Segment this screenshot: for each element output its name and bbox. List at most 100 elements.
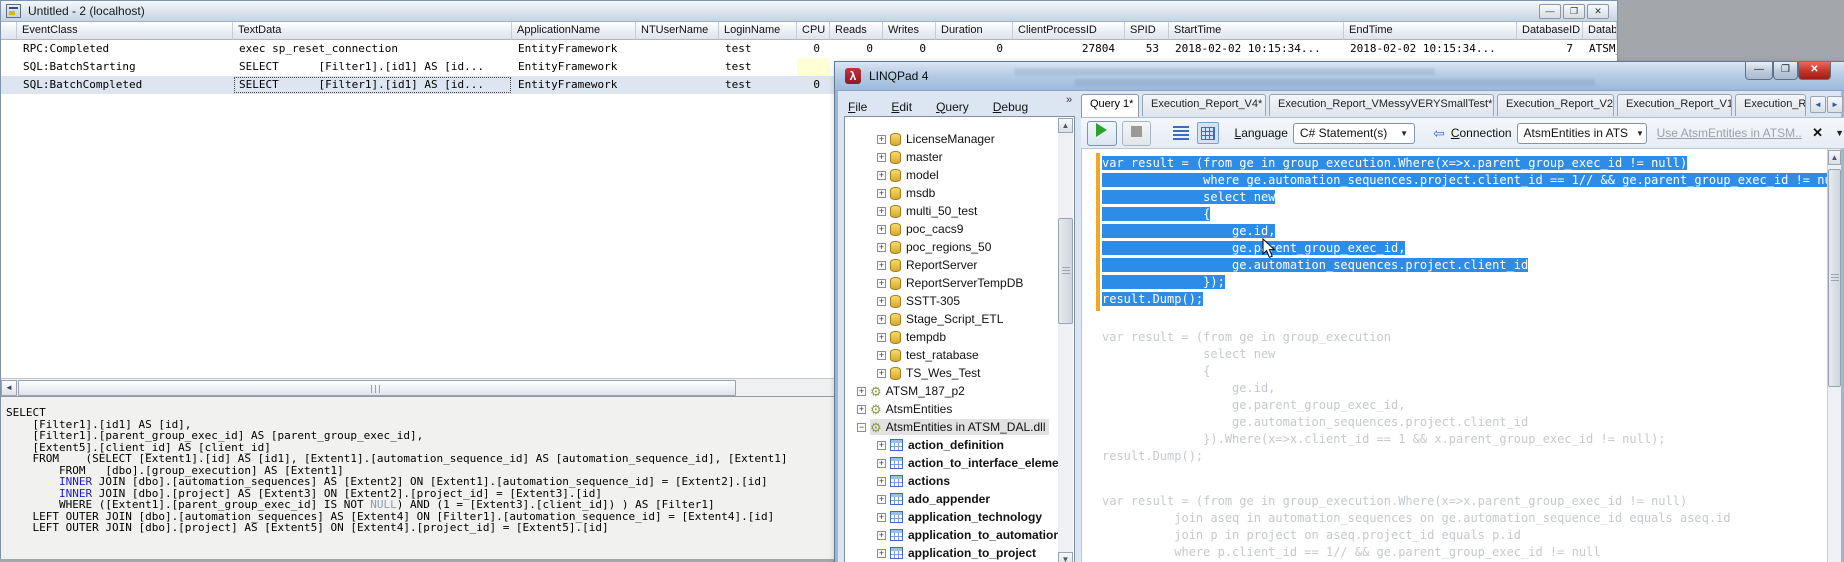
expand-icon[interactable]: +: [877, 296, 886, 306]
grid-header-NTUserName[interactable]: NTUserName: [636, 22, 719, 40]
menu-edit[interactable]: Edit: [891, 100, 912, 114]
grid-cell[interactable]: exec sp_reset_connection: [233, 40, 512, 58]
expand-icon[interactable]: +: [877, 242, 886, 252]
tree-item-application-to-automation[interactable]: + application_to_automation: [845, 526, 1074, 544]
expand-icon[interactable]: +: [877, 206, 886, 216]
expand-icon[interactable]: +: [877, 224, 886, 234]
grid-cell[interactable]: test: [719, 40, 797, 58]
grid-header-Writes[interactable]: Writes: [883, 22, 936, 40]
tree-item-test-ratabase[interactable]: + test_ratabase: [845, 346, 1074, 364]
menu-overflow-chevron[interactable]: »: [1066, 94, 1072, 106]
tree-item-stage-script-etl[interactable]: + Stage_Script_ETL: [845, 310, 1074, 328]
expand-icon[interactable]: +: [877, 314, 886, 324]
stop-button[interactable]: [1121, 120, 1152, 146]
expand-icon[interactable]: +: [877, 260, 886, 270]
expand-icon[interactable]: +: [877, 332, 886, 342]
tree-item-reportservertempdb[interactable]: + ReportServerTempDB: [845, 274, 1074, 292]
expand-icon[interactable]: +: [877, 188, 886, 198]
tab-execution-report-v2[interactable]: Execution_Report_V2: [1497, 94, 1614, 116]
expand-icon[interactable]: +: [877, 440, 886, 450]
grid-cell[interactable]: RPC:Completed: [17, 40, 233, 58]
grid-cell[interactable]: SQL:BatchStarting: [17, 58, 233, 76]
grid-header-EventClass[interactable]: EventClass: [17, 22, 233, 40]
grid-header-StartTime[interactable]: StartTime: [1169, 22, 1344, 40]
expand-icon[interactable]: +: [877, 278, 886, 288]
maximize-button[interactable]: ❐: [1773, 62, 1798, 80]
grid-cell[interactable]: [1, 40, 17, 58]
grid-header-SPID[interactable]: SPID: [1125, 22, 1169, 40]
tree-item-atsmentities-in-atsm-dal-dll[interactable]: − ⚙ AtsmEntities in ATSM_DAL.dll: [845, 418, 1074, 436]
minimize-button[interactable]: —: [1539, 4, 1561, 19]
grid-cell[interactable]: 0: [830, 40, 883, 58]
grid-cell[interactable]: EntityFramework: [512, 58, 636, 76]
grid-cell[interactable]: [797, 58, 830, 76]
grid-cell[interactable]: ATSM_: [1583, 40, 1617, 58]
grid-header-LoginName[interactable]: LoginName: [719, 22, 797, 40]
tab-execution-r[interactable]: Execution_R: [1735, 94, 1806, 116]
linqpad-titlebar[interactable]: λ LINQPad 4 — ❐ ✕: [835, 62, 1844, 91]
grid-header-margin[interactable]: [1, 22, 17, 40]
grid-header-Duration[interactable]: Duration: [936, 22, 1013, 40]
tree-item-action-to-interface-eleme[interactable]: + action_to_interface_eleme: [845, 454, 1074, 472]
tree-item-application-technology[interactable]: + application_technology: [845, 508, 1074, 526]
close-button[interactable]: ✕: [1587, 4, 1609, 19]
collapse-icon[interactable]: −: [857, 422, 866, 432]
close-button[interactable]: ✕: [1798, 62, 1831, 80]
tree-scroll-down-button[interactable]: ▼: [1058, 552, 1073, 562]
grid-cell[interactable]: EntityFramework: [512, 40, 636, 58]
grid-cell[interactable]: SELECT [Filter1].[id1] AS [id...: [233, 58, 512, 76]
grid-cell[interactable]: 2018-02-02 10:15:34...: [1344, 40, 1517, 58]
tree-item-atsm-187-p2[interactable]: + ⚙ ATSM_187_p2: [845, 382, 1074, 400]
close-connection-icon[interactable]: ✕: [1812, 125, 1823, 141]
tree-scrollbar[interactable]: ▲ ▼: [1058, 118, 1073, 562]
tab-query-1-[interactable]: Query 1*: [1081, 94, 1139, 117]
grid-cell[interactable]: 0: [797, 40, 830, 58]
grid-cell[interactable]: EntityFramework: [512, 76, 636, 94]
tree-item-application-to-project[interactable]: + application_to_project: [845, 544, 1074, 562]
grid-header-Reads[interactable]: Reads: [830, 22, 883, 40]
tree-scroll-up-button[interactable]: ▲: [1058, 118, 1073, 133]
grid-header-ClientProcessID[interactable]: ClientProcessID: [1013, 22, 1125, 40]
tree-item-sstt-305[interactable]: + SSTT-305: [845, 292, 1074, 310]
tree-item-poc-regions-50[interactable]: + poc_regions_50: [845, 238, 1074, 256]
grid-header-ApplicationName[interactable]: ApplicationName: [512, 22, 636, 40]
grid-cell[interactable]: [636, 76, 719, 94]
tab-execution-report-v1[interactable]: Execution_Report_V1: [1617, 94, 1732, 116]
results-text-icon[interactable]: [1173, 126, 1189, 140]
menu-file[interactable]: File: [848, 100, 867, 114]
grid-cell[interactable]: test: [719, 76, 797, 94]
tree-item-actions[interactable]: + actions: [845, 472, 1074, 490]
grid-cell[interactable]: test: [719, 58, 797, 76]
expand-icon[interactable]: +: [877, 494, 886, 504]
grid-header-DatabaseID[interactable]: DatabaseID: [1517, 22, 1583, 40]
scroll-left-button[interactable]: ◄: [1, 380, 17, 396]
grid-header-Database[interactable]: Database: [1583, 22, 1617, 40]
tree-item-poc-cacs9[interactable]: + poc_cacs9: [845, 220, 1074, 238]
expand-icon[interactable]: +: [877, 350, 886, 360]
use-connection-link[interactable]: Use AtsmEntities in ATSM...: [1657, 126, 1803, 140]
tree-item-multi-50-test[interactable]: + multi_50_test: [845, 202, 1074, 220]
results-grid-toggle[interactable]: [1196, 122, 1219, 144]
expand-icon[interactable]: +: [877, 512, 886, 522]
tab-scroll-left-button[interactable]: ◄: [1810, 96, 1826, 113]
maximize-button[interactable]: ❐: [1563, 4, 1585, 19]
tree-item-model[interactable]: + model: [845, 166, 1074, 184]
grid-cell[interactable]: 7: [1517, 40, 1583, 58]
expand-icon[interactable]: +: [877, 458, 886, 468]
expand-icon[interactable]: +: [877, 530, 886, 540]
minimize-button[interactable]: —: [1745, 62, 1773, 80]
editor-scrollbar-thumb[interactable]: [1828, 169, 1841, 387]
expand-icon[interactable]: +: [877, 476, 886, 486]
grid-cell[interactable]: 53: [1125, 40, 1169, 58]
grid-cell[interactable]: SQL:BatchCompleted: [17, 76, 233, 94]
profiler-titlebar[interactable]: Untitled - 2 (localhost) — ❐ ✕: [1, 1, 1617, 22]
tab-execution-report-vmessyverysmalltest-[interactable]: Execution_Report_VMessyVERYSmallTest*: [1269, 94, 1494, 116]
editor-scrollbar[interactable]: ▲: [1827, 149, 1841, 562]
menu-debug[interactable]: Debug: [993, 100, 1028, 114]
expand-icon[interactable]: +: [877, 368, 886, 378]
tree-item-master[interactable]: + master: [845, 148, 1074, 166]
tree-item-ts-wes-test[interactable]: + TS_Wes_Test: [845, 364, 1074, 382]
trace-row[interactable]: RPC:Completed exec sp_reset_connection Ent…: [1, 40, 1617, 58]
expand-icon[interactable]: +: [877, 170, 886, 180]
tree-item-tempdb[interactable]: + tempdb: [845, 328, 1074, 346]
